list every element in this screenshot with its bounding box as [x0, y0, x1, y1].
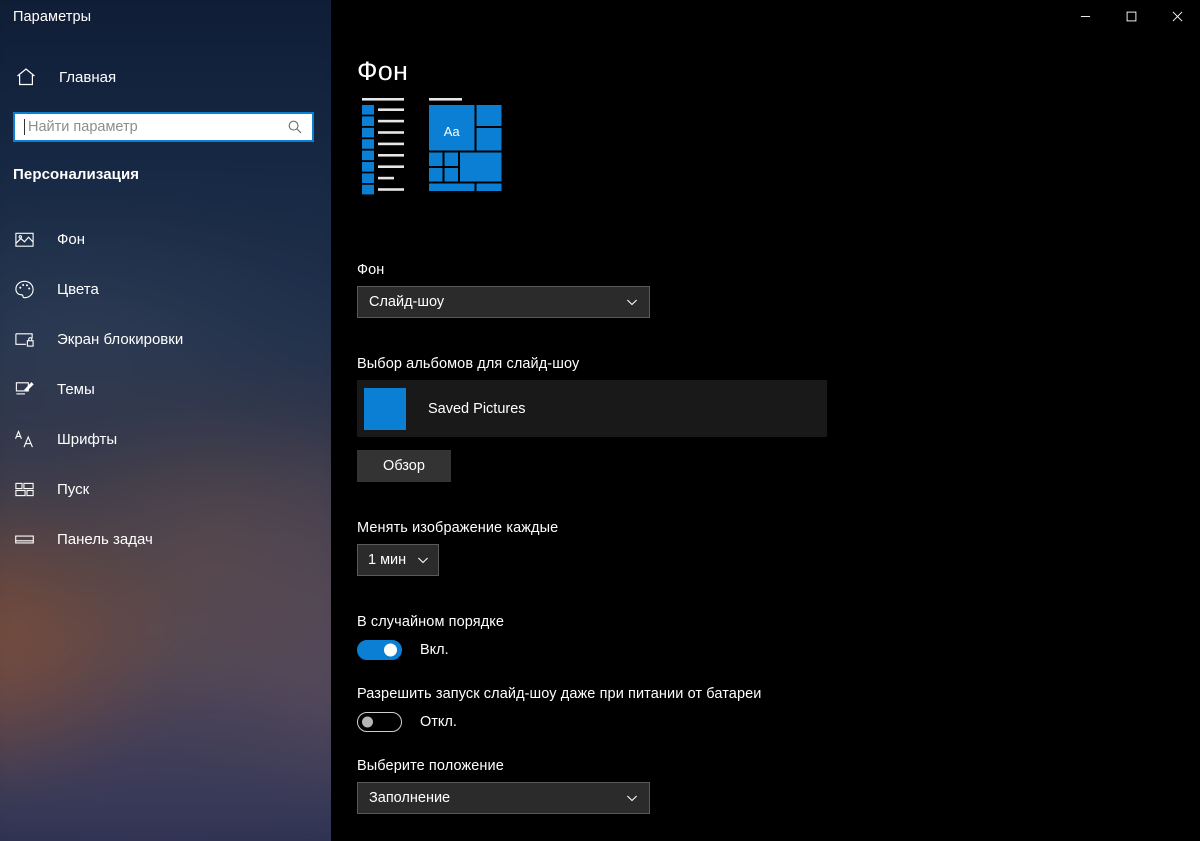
- lockscreen-icon: [13, 328, 35, 350]
- interval-label: Менять изображение каждые: [357, 520, 559, 536]
- picture-icon: [13, 228, 35, 250]
- background-settings-form: Фон Слайд-шоу Выбор альбомов для слайд-ш…: [357, 262, 857, 814]
- search-icon[interactable]: [287, 119, 303, 135]
- home-label: Главная: [59, 68, 117, 86]
- window-controls: [1062, 0, 1200, 32]
- brush-icon: [13, 378, 35, 400]
- sidebar-item-label: Темы: [57, 380, 95, 398]
- settings-window: Параметры Главная Найти параметр Персона…: [0, 0, 1200, 841]
- list-item[interactable]: Saved Pictures: [364, 386, 827, 431]
- main-panel: Фон Aa Фон Слайд-шоу Выбор альбомов для …: [331, 0, 1200, 841]
- sidebar-item-taskbar[interactable]: Панель задач: [0, 514, 331, 564]
- fit-value: Заполнение: [369, 790, 451, 806]
- battery-toggle[interactable]: [357, 712, 402, 732]
- toggle-knob: [384, 643, 397, 657]
- browse-button[interactable]: Обзор: [357, 450, 451, 482]
- sidebar-item-label: Панель задач: [57, 530, 153, 548]
- fit-dropdown[interactable]: Заполнение: [357, 782, 650, 814]
- sidebar-item-lockscreen[interactable]: Экран блокировки: [0, 314, 331, 364]
- interval-dropdown[interactable]: 1 мин: [357, 544, 439, 576]
- sidebar-item-colors[interactable]: Цвета: [0, 264, 331, 314]
- window-title: Параметры: [13, 9, 92, 25]
- search-box[interactable]: [13, 112, 314, 142]
- search-input[interactable]: [25, 119, 287, 135]
- albums-list: Saved Pictures: [357, 380, 827, 437]
- sidebar-item-label: Пуск: [57, 480, 90, 498]
- maximize-button[interactable]: [1108, 0, 1154, 32]
- home-icon: [14, 65, 38, 89]
- sidebar-item-themes[interactable]: Темы: [0, 364, 331, 414]
- chevron-down-icon: [625, 295, 639, 309]
- background-type-label: Фон: [357, 262, 385, 278]
- minimize-button[interactable]: [1062, 0, 1108, 32]
- sidebar-item-home[interactable]: Главная: [0, 57, 331, 97]
- close-button[interactable]: [1154, 0, 1200, 32]
- minimize-icon: [1080, 15, 1090, 17]
- maximize-icon: [1126, 11, 1136, 21]
- background-preview: Aa: [357, 98, 547, 205]
- battery-label: Разрешить запуск слайд-шоу даже при пита…: [357, 686, 762, 702]
- album-name: Saved Pictures: [428, 400, 526, 417]
- albums-label: Выбор альбомов для слайд-шоу: [357, 356, 580, 372]
- fit-label: Выберите положение: [357, 758, 504, 774]
- taskbar-icon: [13, 528, 35, 550]
- toggle-knob: [362, 716, 373, 728]
- interval-value: 1 мин: [368, 552, 407, 568]
- sidebar-item-label: Цвета: [57, 280, 99, 298]
- sidebar-nav: Фон Цвета Экран блокировки Темы Шрифты П…: [0, 214, 331, 564]
- sidebar-category-title: Персонализация: [13, 166, 140, 183]
- background-type-value: Слайд-шоу: [369, 294, 445, 310]
- start-icon: [13, 478, 35, 500]
- sidebar-item-background[interactable]: Фон: [0, 214, 331, 264]
- shuffle-toggle-row: Вкл.: [357, 640, 857, 660]
- sidebar-item-label: Фон: [57, 230, 86, 248]
- fonts-icon: [13, 428, 35, 450]
- sidebar-item-start[interactable]: Пуск: [0, 464, 331, 514]
- close-icon: [1172, 11, 1182, 21]
- chevron-down-icon: [625, 791, 639, 805]
- battery-toggle-row: Откл.: [357, 712, 857, 732]
- album-thumbnail: [364, 387, 406, 430]
- shuffle-toggle[interactable]: [357, 640, 402, 660]
- shuffle-label: В случайном порядке: [357, 614, 505, 630]
- sidebar: Параметры Главная Найти параметр Персона…: [0, 0, 331, 841]
- battery-state-text: Откл.: [420, 714, 457, 730]
- sidebar-item-fonts[interactable]: Шрифты: [0, 414, 331, 464]
- sidebar-item-label: Шрифты: [57, 430, 118, 448]
- background-type-dropdown[interactable]: Слайд-шоу: [357, 286, 650, 318]
- shuffle-state-text: Вкл.: [420, 642, 449, 658]
- palette-icon: [13, 278, 35, 300]
- page-title: Фон: [357, 56, 409, 86]
- chevron-down-icon: [416, 553, 430, 567]
- preview-illustration: Aa: [362, 98, 502, 195]
- preview-tile-text: Aa: [444, 124, 461, 139]
- sidebar-item-label: Экран блокировки: [57, 330, 184, 348]
